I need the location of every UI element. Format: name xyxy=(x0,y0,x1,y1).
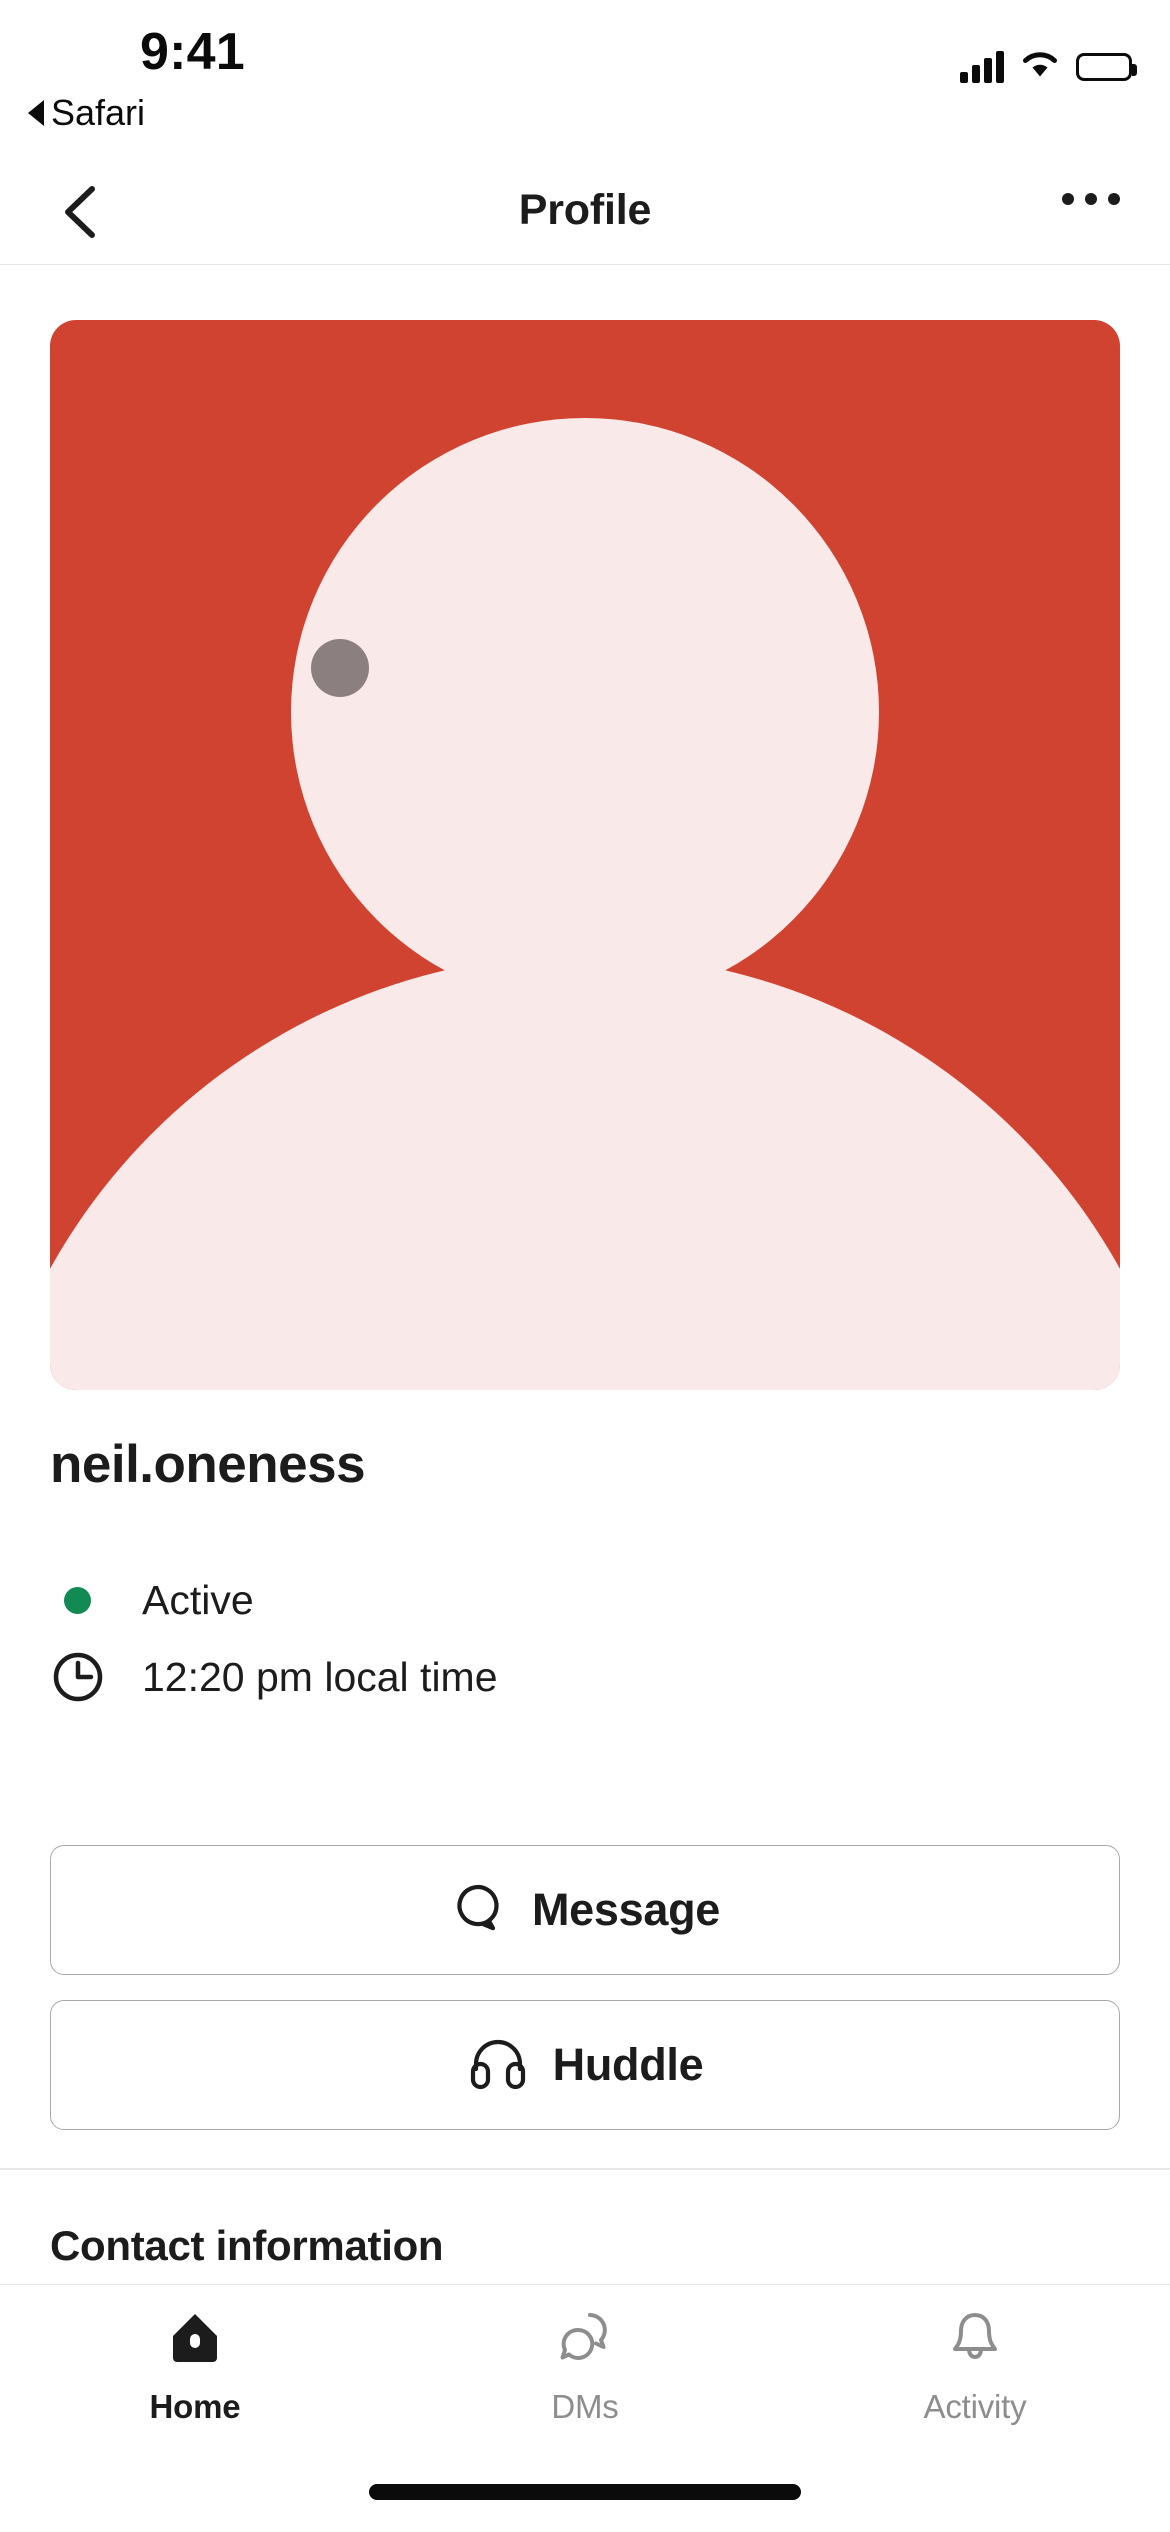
tab-home[interactable]: Home xyxy=(0,2307,390,2426)
presence-active-dot xyxy=(50,1586,142,1614)
status-bar: 9:41 Safari xyxy=(0,0,1170,155)
more-horizontal-icon xyxy=(1085,193,1097,205)
avatar-head-shape xyxy=(291,418,879,1006)
tab-home-label: Home xyxy=(149,2388,241,2425)
bell-icon xyxy=(944,2307,1006,2374)
presence-status-row: Active xyxy=(50,1572,254,1628)
status-bar-time: 9:41 xyxy=(140,23,245,81)
home-icon xyxy=(164,2307,226,2374)
headphones-icon xyxy=(467,2034,529,2097)
battery-icon xyxy=(1076,52,1137,81)
huddle-button[interactable]: Huddle xyxy=(50,2000,1120,2130)
more-options-button[interactable] xyxy=(1062,193,1120,205)
back-to-app-label: Safari xyxy=(51,92,146,133)
speech-bubble-icon xyxy=(450,1879,508,1942)
avatar-body-shape xyxy=(50,954,1120,1390)
bottom-tab-bar: Home DMs Activity xyxy=(0,2284,1170,2532)
tab-activity-label: Activity xyxy=(923,2388,1027,2425)
message-button[interactable]: Message xyxy=(50,1845,1120,1975)
more-horizontal-icon xyxy=(1108,193,1120,205)
back-triangle-icon xyxy=(28,100,44,126)
tab-dms[interactable]: DMs xyxy=(390,2307,780,2426)
navigation-bar: Profile xyxy=(0,155,1170,265)
contact-information-heading: Contact information xyxy=(50,2222,444,2269)
more-horizontal-icon xyxy=(1062,193,1074,205)
huddle-button-label: Huddle xyxy=(552,2039,704,2090)
presence-status-label: Active xyxy=(142,1576,254,1623)
profile-screen: 9:41 Safari Profile neil.oneness Active … xyxy=(0,0,1170,2532)
message-button-label: Message xyxy=(531,1884,720,1935)
profile-username: neil.oneness xyxy=(50,1435,366,1494)
back-to-app-link[interactable]: Safari xyxy=(28,92,145,134)
status-bar-indicators xyxy=(960,48,1137,85)
local-time-row: 12:20 pm local time xyxy=(50,1648,498,1706)
profile-avatar[interactable] xyxy=(50,320,1120,1390)
tab-dms-label: DMs xyxy=(551,2388,619,2425)
touch-cursor-indicator xyxy=(311,639,369,697)
clock-icon xyxy=(50,1649,142,1705)
dms-icon xyxy=(554,2307,616,2374)
page-title: Profile xyxy=(518,185,652,234)
cellular-signal-icon xyxy=(960,50,1004,83)
local-time-label: 12:20 pm local time xyxy=(142,1653,498,1700)
wifi-icon xyxy=(1020,48,1060,85)
home-indicator-bar xyxy=(369,2484,801,2500)
section-divider xyxy=(0,2168,1170,2170)
tab-activity[interactable]: Activity xyxy=(780,2307,1170,2426)
